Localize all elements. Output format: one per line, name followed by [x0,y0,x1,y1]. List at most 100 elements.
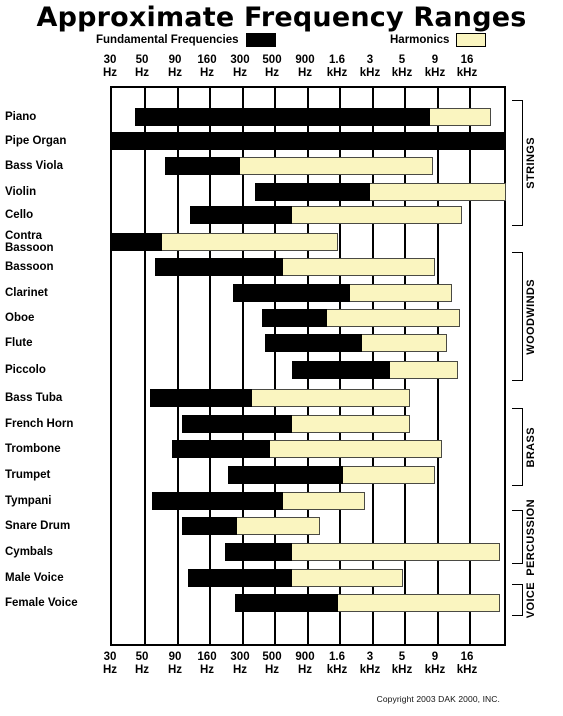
bar-row [110,334,506,352]
bars-layer [110,86,506,646]
bar-row [110,594,506,612]
bar-row [110,389,506,407]
instrument-label-contra-bassoon: Contra Bassoon [5,230,54,254]
bar-segment-harmonics [283,258,435,276]
axis-ticks-top: 30 Hz 50 Hz 90 Hz 160 Hz 300 Hz 500 Hz 900 Hz 1.6 kHz 3 k… [0,54,563,84]
bar-segment-fundamental [155,258,283,276]
legend-label-fundamental: Fundamental Frequencies [96,34,239,46]
legend-label-harmonics: Harmonics [390,34,450,46]
bar-segment-fundamental [228,466,343,484]
bar-row [110,466,506,484]
instrument-label-female-voice: Female Voice [5,597,78,609]
category-label-wrap: WOODWINDS [523,252,539,381]
category-label: STRINGS [525,137,537,189]
category-group-strings: STRINGS [506,100,563,226]
category-bracket [512,408,523,486]
bar-segment-fundamental [182,415,292,433]
bar-segment-harmonics [350,284,452,302]
bar-segment-harmonics [237,517,320,535]
bar-segment-fundamental [292,361,390,379]
bar-segment-fundamental [225,543,292,561]
instrument-label-clarinet: Clarinet [5,287,48,299]
bar-segment-harmonics [292,543,500,561]
bar-row [110,108,506,126]
bar-segment-harmonics [430,108,491,126]
bar-row [110,233,506,251]
bar-segment-harmonics [283,492,365,510]
category-group-percussion: PERCUSSION [506,499,563,575]
bar-segment-harmonics [390,361,458,379]
bar-row [110,309,506,327]
instrument-label-flute: Flute [5,337,33,349]
category-brackets: STRINGS WOODWINDS BRASS PERCUSSION VOICE [506,86,563,646]
legend-item-harmonics: Harmonics [390,33,487,47]
instrument-label-french-horn: French Horn [5,418,74,430]
bar-segment-harmonics [343,466,435,484]
category-bracket [512,100,523,226]
instrument-label-cymbals: Cymbals [5,546,53,558]
bar-segment-harmonics [338,594,500,612]
instrument-label-trumpet: Trumpet [5,469,51,481]
bar-row [110,361,506,379]
bar-segment-fundamental [110,132,506,150]
bar-segment-fundamental [233,284,350,302]
legend-swatch-harmonics [456,33,487,47]
bar-segment-harmonics [327,309,460,327]
tick-unit: kHz [456,664,478,676]
instrument-label-male-voice: Male Voice [5,572,64,584]
bar-segment-fundamental [165,157,240,175]
legend-swatch-fundamental [245,33,276,47]
bar-segment-harmonics [370,183,506,201]
bar-row [110,569,506,587]
instrument-label-cello: Cello [5,209,34,221]
bar-row [110,132,506,150]
bar-row [110,183,506,201]
instrument-label-snare-drum: Snare Drum [5,520,71,532]
category-label: PERCUSSION [525,498,537,576]
bar-row [110,415,506,433]
category-bracket [512,584,523,616]
instrument-label-pipe-organ: Pipe Organ [5,135,67,147]
tick-unit: kHz [456,67,478,79]
axis-tick-16-khz: 16 kHz [447,651,487,677]
category-group-voice: VOICE [506,581,563,619]
bar-segment-fundamental [182,517,237,535]
category-label-wrap: STRINGS [523,100,539,226]
chart-legend: Fundamental Frequencies Harmonics [0,33,563,51]
bar-segment-fundamental [135,108,430,126]
bar-row [110,284,506,302]
page-title: Approximate Frequency Ranges [36,2,527,33]
category-bracket [512,510,523,564]
copyright-notice: Copyright 2003 DAK 2000, INC. [376,694,500,704]
instrument-label-piano: Piano [5,111,37,123]
bar-segment-fundamental [262,309,327,327]
frequency-range-chart: Approximate Frequency Ranges Fundamental… [0,0,563,716]
bar-segment-fundamental [152,492,283,510]
bar-segment-harmonics [240,157,433,175]
bar-segment-harmonics [292,206,462,224]
bar-row [110,206,506,224]
bar-segment-fundamental [190,206,292,224]
axis-ticks-bottom: 30 Hz 50 Hz 90 Hz 160 Hz 300 Hz 500 Hz 900 Hz 1.6 kHz 3 k… [0,651,563,681]
bar-segment-fundamental [150,389,252,407]
bar-row [110,543,506,561]
bar-segment-harmonics [270,440,442,458]
instrument-label-bass-tuba: Bass Tuba [5,392,63,404]
axis-tick-16-khz: 16 kHz [447,54,487,80]
bar-segment-harmonics [362,334,447,352]
bar-row [110,517,506,535]
category-label-wrap: VOICE [523,581,539,619]
instrument-label-piccolo: Piccolo [5,364,46,376]
bar-row [110,258,506,276]
category-group-brass: BRASS [506,408,563,486]
category-group-woodwinds: WOODWINDS [506,252,563,381]
category-label: WOODWINDS [525,278,537,355]
category-label: VOICE [525,581,537,619]
bar-segment-fundamental [188,569,292,587]
legend-item-fundamental: Fundamental Frequencies [96,33,276,47]
instrument-label-trombone: Trombone [5,443,61,455]
instrument-label-violin: Violin [5,186,37,198]
tick-value: 16 [460,54,474,66]
instrument-labels: Piano Pipe Organ Bass Viola Violin Cello Cont… [0,86,110,646]
bar-segment-harmonics [292,415,410,433]
